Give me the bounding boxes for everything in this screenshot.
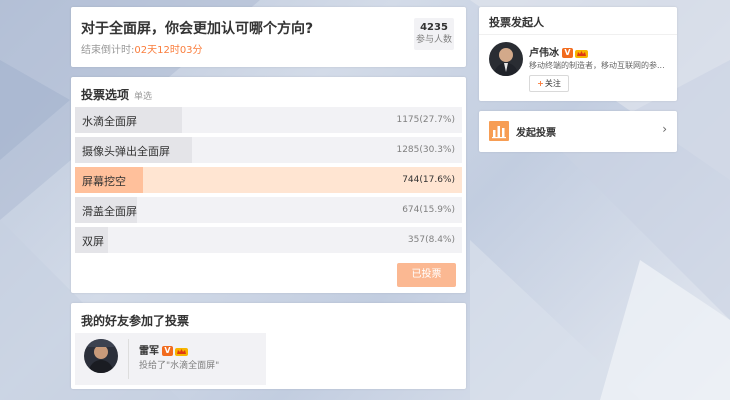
vote-title: 对于全面屏，你会更加认可哪个方向? xyxy=(81,21,314,37)
friends-voted-card: 我的好友参加了投票 雷军 V 投给了"水滴全面屏" xyxy=(71,303,466,389)
options-section-title: 投票选项 单选 xyxy=(81,86,152,103)
friend-name-row: 雷军 V xyxy=(139,342,188,357)
countdown-value: 02天12时03分 xyxy=(134,45,203,56)
friends-section-title: 我的好友参加了投票 xyxy=(81,314,190,328)
verified-icon: V xyxy=(562,48,573,58)
countdown: 结束倒计时:02天12时03分 xyxy=(81,41,203,56)
voted-button[interactable]: 已投票 xyxy=(397,263,456,287)
vote-option-label: 双屏 xyxy=(82,235,104,248)
participant-label: 参与人数 xyxy=(415,35,452,45)
options-title: 投票选项 xyxy=(81,88,130,102)
start-vote-button[interactable]: 发起投票 › xyxy=(479,111,677,152)
vote-option-stat: 1285(30.3%) xyxy=(396,145,455,155)
divider xyxy=(128,339,129,379)
countdown-label: 结束倒计时: xyxy=(81,45,135,56)
vote-initiator-card: 投票发起人 卢伟冰 V 移动终端的制造者，移动互联网的参... +关注 xyxy=(479,7,677,101)
vip-crown-icon xyxy=(175,348,188,356)
vote-option-label: 屏幕挖空 xyxy=(82,175,126,188)
vote-option-label: 摄像头弹出全面屏 xyxy=(82,145,170,158)
initiator-description: 移动终端的制造者，移动互联网的参... xyxy=(529,61,665,70)
friend-vote-action: 投给了"水滴全面屏" xyxy=(139,361,220,371)
vote-option-label: 滑盖全面屏 xyxy=(82,205,137,218)
vote-question-card: 对于全面屏，你会更加认可哪个方向? 结束倒计时:02天12时03分 4235 参… xyxy=(71,7,466,67)
vote-option[interactable]: 双屏 357(8.4%) xyxy=(75,227,462,253)
vote-option-stat: 674(15.9%) xyxy=(402,205,455,215)
participant-count-box: 4235 参与人数 xyxy=(414,18,454,50)
initiator-section-title: 投票发起人 xyxy=(489,16,544,29)
friend-vote-item[interactable]: 雷军 V 投给了"水滴全面屏" xyxy=(75,333,266,385)
verified-icon: V xyxy=(162,346,173,356)
vote-options-card: 投票选项 单选 水滴全面屏 1175(27.7%) 摄像头弹出全面屏 1285(30.3… xyxy=(71,77,466,293)
vote-option[interactable]: 屏幕挖空 744(17.6%) xyxy=(75,167,462,193)
participant-count: 4235 xyxy=(420,22,448,33)
vote-option-stat: 744(17.6%) xyxy=(402,175,455,185)
initiator-name[interactable]: 卢伟冰 xyxy=(529,48,559,59)
selection-mode: 单选 xyxy=(134,92,153,102)
vote-option[interactable]: 摄像头弹出全面屏 1285(30.3%) xyxy=(75,137,462,163)
vote-option[interactable]: 水滴全面屏 1175(27.7%) xyxy=(75,107,462,133)
divider xyxy=(479,34,677,35)
start-vote-label: 发起投票 xyxy=(516,128,556,139)
vote-option-stat: 1175(27.7%) xyxy=(396,115,455,125)
vip-crown-icon xyxy=(575,50,588,58)
follow-button[interactable]: +关注 xyxy=(529,75,569,92)
follow-label: 关注 xyxy=(544,79,561,88)
avatar[interactable] xyxy=(489,42,523,76)
avatar[interactable] xyxy=(84,339,118,373)
chevron-right-icon: › xyxy=(662,122,667,136)
vote-option-label: 水滴全面屏 xyxy=(82,115,137,128)
vote-option[interactable]: 滑盖全面屏 674(15.9%) xyxy=(75,197,462,223)
vote-option-stat: 357(8.4%) xyxy=(407,235,455,245)
initiator-name-row: 卢伟冰 V xyxy=(529,44,588,59)
vote-chart-icon xyxy=(489,121,509,141)
plus-icon: + xyxy=(537,79,544,88)
friend-name[interactable]: 雷军 xyxy=(139,346,159,357)
